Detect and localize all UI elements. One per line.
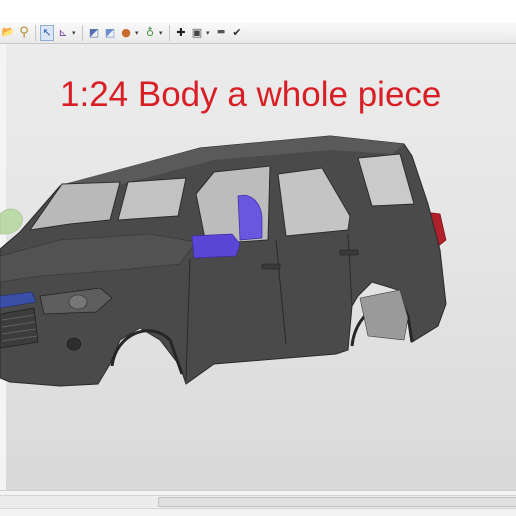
camera-dropdown-icon[interactable]: ▾	[206, 29, 212, 37]
shading-icon[interactable]: ◩	[87, 25, 101, 41]
open-folder-icon[interactable]: 📂	[1, 25, 15, 41]
camera-icon[interactable]: ▣	[190, 25, 204, 41]
axis-dropdown-icon[interactable]: ▾	[72, 29, 78, 37]
material-dropdown-icon[interactable]: ▾	[135, 29, 141, 37]
rear-wheelwell-inner-shape	[359, 289, 409, 341]
headlight-lens-shape	[68, 294, 88, 310]
toolbar-separator	[82, 24, 83, 41]
material-sphere-icon[interactable]: ●	[119, 25, 133, 41]
rear-door-handle-shape	[339, 249, 359, 256]
helper-object-shape	[0, 208, 23, 235]
search-icon[interactable]: ⚲	[17, 25, 31, 41]
status-bar	[0, 490, 516, 516]
render-mode-icon[interactable]: ◩	[103, 25, 117, 41]
model-title-text: 1:24 Body a whole piece	[60, 75, 442, 114]
grille-shape	[0, 307, 39, 349]
globe-icon[interactable]: ♁	[143, 25, 157, 41]
toolbar-separator	[169, 24, 170, 41]
horizontal-scrollbar-thumb[interactable]	[158, 497, 516, 507]
window-top-strip	[0, 0, 516, 22]
horizontal-scrollbar[interactable]	[0, 495, 516, 509]
axis-icon[interactable]: ⊾	[56, 25, 70, 41]
minus-icon[interactable]: ▬	[214, 25, 228, 41]
add-icon[interactable]: ✚	[174, 25, 188, 41]
fog-light-shape	[66, 337, 82, 351]
main-toolbar: 📂 ⚲ ↖ ⊾ ▾ ◩ ◩ ● ▾ ♁ ▾ ✚ ▣ ▾ ▬ ✔	[0, 22, 516, 44]
select-arrow-icon[interactable]: ↖	[40, 24, 54, 41]
front-door-handle-shape	[261, 263, 281, 270]
checkmark-icon[interactable]: ✔	[230, 25, 244, 41]
toolbar-separator	[35, 24, 36, 41]
globe-dropdown-icon[interactable]: ▾	[159, 29, 165, 37]
mirror-seat-shape	[191, 233, 241, 259]
front-window-opening-shape	[117, 177, 187, 221]
